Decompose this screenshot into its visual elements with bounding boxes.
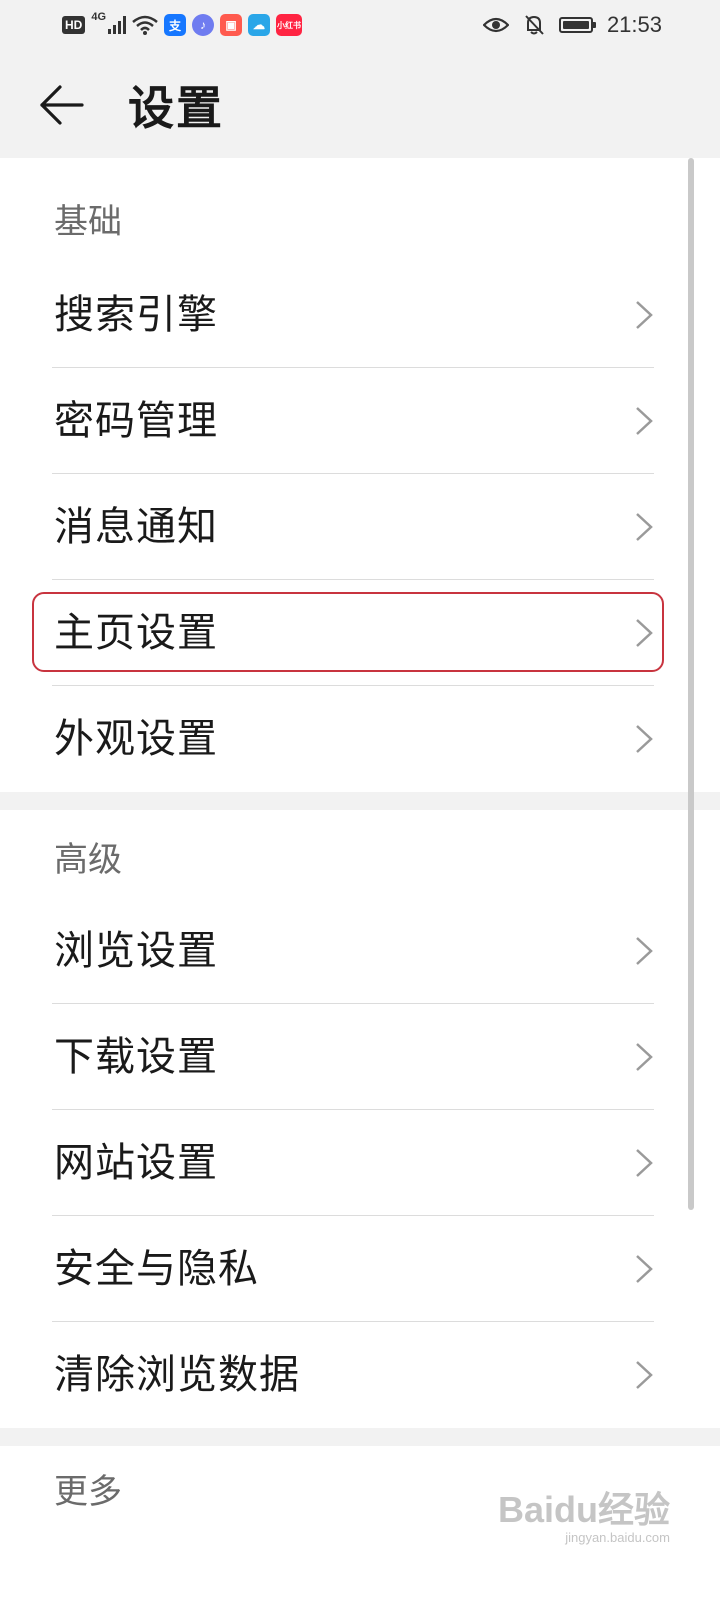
settings-item-appearance[interactable]: 外观设置 <box>0 686 720 792</box>
eye-icon <box>482 17 509 33</box>
watermark-sub: jingyan.baidu.com <box>565 1530 670 1545</box>
settings-item-download[interactable]: 下载设置 <box>0 1004 720 1110</box>
back-arrow-icon[interactable] <box>38 80 88 130</box>
app-header: 设置 <box>0 60 720 156</box>
music-icon: ♪ <box>192 14 215 36</box>
settings-item-label: 消息通知 <box>54 504 218 550</box>
settings-item-label: 安全与隐私 <box>54 1246 259 1292</box>
chevron-right-icon <box>636 1043 653 1071</box>
settings-item-search-engine[interactable]: 搜索引擎 <box>0 262 720 368</box>
shopping-icon: ▣ <box>220 14 243 36</box>
cloud-icon: ☁ <box>248 14 271 36</box>
section-label-more: 更多 <box>54 1472 122 1512</box>
settings-item-browsing[interactable]: 浏览设置 <box>0 898 720 1004</box>
alipay-icon: 支 <box>164 14 187 36</box>
settings-item-label: 浏览设置 <box>54 928 218 974</box>
chevron-right-icon <box>636 407 653 435</box>
status-left: HD 4G 支 ♪ ▣ ☁ 小红书 <box>62 11 303 36</box>
settings-item-website[interactable]: 网站设置 <box>0 1110 720 1216</box>
highlight-box <box>32 592 664 672</box>
chevron-right-icon <box>636 1149 653 1177</box>
settings-item-label: 清除浏览数据 <box>54 1352 300 1398</box>
chevron-right-icon <box>636 937 653 965</box>
chevron-right-icon <box>636 513 653 541</box>
settings-item-notifications[interactable]: 消息通知 <box>0 474 720 580</box>
settings-item-password-manager[interactable]: 密码管理 <box>0 368 720 474</box>
chevron-right-icon <box>636 1361 653 1389</box>
bell-off-icon <box>525 15 544 35</box>
status-bar: HD 4G 支 ♪ ▣ ☁ 小红书 21:53 <box>0 0 720 54</box>
settings-item-label: 密码管理 <box>54 398 218 444</box>
section-label-basic: 基础 <box>54 202 122 242</box>
chevron-right-icon <box>636 301 653 329</box>
network-type: 4G <box>91 11 107 23</box>
section-basic: 基础 搜索引擎 密码管理 消息通知 主页设置 外观设置 <box>0 158 720 792</box>
page-title: 设置 <box>128 81 224 135</box>
signal-icon <box>108 16 127 34</box>
settings-item-label: 搜索引擎 <box>54 292 218 338</box>
settings-item-label: 网站设置 <box>54 1140 218 1186</box>
settings-item-security-privacy[interactable]: 安全与隐私 <box>0 1216 720 1322</box>
chevron-right-icon <box>636 1255 653 1283</box>
scrollbar[interactable] <box>688 158 694 1210</box>
wifi-icon <box>132 15 158 35</box>
section-label-advanced: 高级 <box>54 840 122 880</box>
settings-item-label: 下载设置 <box>54 1034 218 1080</box>
watermark-text: Baidu经验 <box>497 1489 670 1530</box>
settings-item-clear-data[interactable]: 清除浏览数据 <box>0 1322 720 1428</box>
status-right: 21:53 <box>482 12 662 38</box>
xiaohongshu-icon: 小红书 <box>276 14 303 36</box>
section-advanced: 高级 浏览设置 下载设置 网站设置 安全与隐私 清除浏览数据 <box>0 810 720 1428</box>
settings-item-label: 外观设置 <box>54 716 218 762</box>
clock: 21:53 <box>606 12 662 37</box>
chevron-right-icon <box>636 725 653 753</box>
hd-icon: HD <box>62 16 86 34</box>
watermark-logo: Baidu经验 jingyan.baidu.com <box>498 1490 670 1546</box>
battery-icon <box>558 17 596 33</box>
